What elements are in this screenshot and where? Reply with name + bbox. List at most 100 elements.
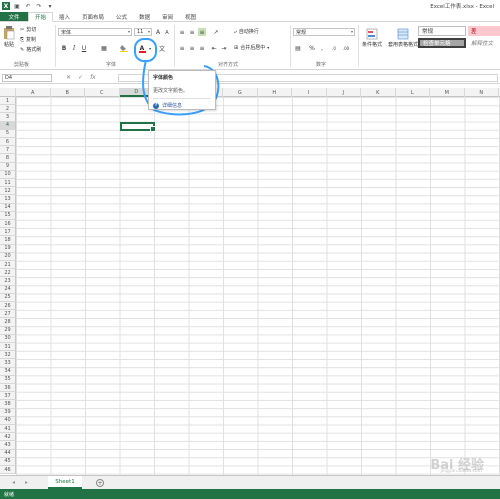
add-sheet-button[interactable]: + — [96, 479, 104, 487]
row-header[interactable]: 10 — [0, 170, 16, 179]
row-header[interactable]: 40 — [0, 416, 16, 425]
row-header[interactable]: 17 — [0, 228, 16, 237]
customize-icon[interactable]: ▾ — [46, 3, 54, 10]
row-header[interactable]: 30 — [0, 334, 16, 343]
active-cell[interactable] — [119, 121, 156, 132]
row-header[interactable]: 35 — [0, 375, 16, 384]
row-header[interactable]: 5 — [0, 129, 16, 138]
row-header[interactable]: 13 — [0, 195, 16, 204]
comma-button[interactable]: , — [318, 44, 326, 52]
copy-button[interactable]: ⎘ 复制 — [20, 36, 36, 44]
undo-icon[interactable]: ↶ — [24, 3, 32, 10]
row-header[interactable]: 34 — [0, 367, 16, 376]
row-header[interactable]: 46 — [0, 466, 16, 475]
insert-function-icon[interactable]: fx — [90, 74, 96, 81]
row-header[interactable]: 43 — [0, 441, 16, 450]
align-middle-button[interactable]: ≡ — [188, 28, 196, 36]
increase-decimal-button[interactable]: .0 — [330, 44, 338, 52]
column-header[interactable]: J — [327, 88, 361, 97]
cut-button[interactable]: ✂ 剪切 — [20, 26, 36, 34]
tab-home[interactable]: 开始 — [28, 12, 54, 22]
conditional-format-button[interactable]: 条件格式 — [362, 28, 382, 48]
font-name-combo[interactable]: 宋体 ▾ — [58, 28, 132, 36]
prev-sheet-icon[interactable]: ◂ — [12, 479, 15, 486]
row-header[interactable]: 14 — [0, 203, 16, 212]
next-sheet-icon[interactable]: ▸ — [25, 479, 28, 486]
name-box[interactable]: D4 — [2, 74, 52, 82]
row-header[interactable]: 3 — [0, 113, 16, 122]
row-header[interactable]: 23 — [0, 277, 16, 286]
tab-review[interactable]: 审阅 — [156, 12, 179, 21]
decrease-decimal-button[interactable]: .00 — [342, 44, 350, 52]
tab-page-layout[interactable]: 页面布局 — [76, 12, 110, 21]
row-header[interactable]: 21 — [0, 261, 16, 270]
grow-font-button[interactable]: A — [154, 28, 162, 36]
row-header[interactable]: 41 — [0, 425, 16, 434]
row-header[interactable]: 26 — [0, 302, 16, 311]
row-header[interactable]: 9 — [0, 162, 16, 171]
style-check-cell[interactable]: 检查单元格 — [418, 38, 466, 48]
row-header[interactable]: 11 — [0, 179, 16, 188]
row-header[interactable]: 45 — [0, 457, 16, 466]
column-header[interactable]: B — [51, 88, 85, 97]
redo-icon[interactable]: ↷ — [35, 3, 43, 10]
tab-data[interactable]: 数据 — [133, 12, 156, 21]
enter-icon[interactable]: ✓ — [78, 74, 83, 81]
align-top-button[interactable]: ≡ — [178, 28, 186, 36]
italic-button[interactable]: I — [70, 44, 78, 52]
wrap-text-button[interactable]: ⤶ 自动换行 — [234, 28, 259, 36]
borders-button[interactable]: ▦ — [100, 44, 108, 52]
align-bottom-button[interactable]: ≡ — [198, 28, 206, 36]
merge-center-button[interactable]: ⊞ 合并后居中 ▾ — [234, 44, 269, 52]
tab-insert[interactable]: 插入 — [53, 12, 76, 21]
column-header[interactable]: A — [16, 88, 51, 97]
save-icon[interactable]: ▣ — [13, 3, 21, 10]
row-header[interactable]: 39 — [0, 408, 16, 417]
row-header[interactable]: 12 — [0, 187, 16, 196]
tab-file[interactable]: 文件 — [0, 12, 28, 21]
row-header[interactable]: 1 — [0, 97, 16, 106]
column-header[interactable]: I — [292, 88, 327, 97]
column-header[interactable]: M — [430, 88, 465, 97]
column-header[interactable]: C — [85, 88, 120, 97]
row-header[interactable]: 33 — [0, 359, 16, 368]
row-header[interactable]: 15 — [0, 211, 16, 220]
number-format-combo[interactable]: 常规 ▾ — [293, 28, 355, 36]
column-header[interactable]: L — [396, 88, 430, 97]
align-center-button[interactable]: ≡ — [188, 44, 196, 52]
increase-indent-button[interactable]: ⇥ — [220, 44, 228, 52]
column-header[interactable]: H — [258, 88, 292, 97]
row-header[interactable]: 32 — [0, 351, 16, 360]
row-header[interactable]: 7 — [0, 146, 16, 155]
row-header[interactable]: 29 — [0, 326, 16, 335]
row-header[interactable]: 37 — [0, 392, 16, 401]
column-header[interactable]: N — [465, 88, 499, 97]
row-header[interactable]: 24 — [0, 285, 16, 294]
align-right-button[interactable]: ≡ — [198, 44, 206, 52]
row-header[interactable]: 20 — [0, 252, 16, 261]
row-header[interactable]: 6 — [0, 138, 16, 147]
tab-view[interactable]: 视图 — [179, 12, 202, 21]
row-header[interactable]: 25 — [0, 293, 16, 302]
paste-button[interactable]: 粘贴 — [3, 26, 15, 48]
row-header[interactable]: 2 — [0, 105, 16, 114]
row-header[interactable]: 27 — [0, 310, 16, 319]
row-header[interactable]: 19 — [0, 244, 16, 253]
style-normal[interactable]: 常规 — [418, 26, 466, 36]
font-size-combo[interactable]: 11 ▾ — [134, 28, 152, 36]
format-as-table-button[interactable]: 套用表格格式 — [388, 28, 418, 48]
shrink-font-button[interactable]: A — [163, 29, 171, 37]
style-explanatory[interactable]: 解释性文 — [468, 38, 500, 48]
tab-formulas[interactable]: 公式 — [110, 12, 133, 21]
row-header[interactable]: 16 — [0, 220, 16, 229]
row-header[interactable]: 8 — [0, 154, 16, 163]
row-header[interactable]: 22 — [0, 269, 16, 278]
phonetic-button[interactable]: 文 — [158, 44, 166, 53]
cancel-icon[interactable]: ✕ — [66, 74, 71, 81]
decrease-indent-button[interactable]: ⇤ — [210, 44, 218, 52]
percent-button[interactable]: % — [308, 44, 316, 52]
cell-area[interactable] — [16, 97, 500, 475]
row-header[interactable]: 28 — [0, 318, 16, 327]
tell-me-more-link[interactable]: ? 详细信息 — [153, 102, 211, 109]
fill-color-button[interactable] — [120, 44, 128, 52]
